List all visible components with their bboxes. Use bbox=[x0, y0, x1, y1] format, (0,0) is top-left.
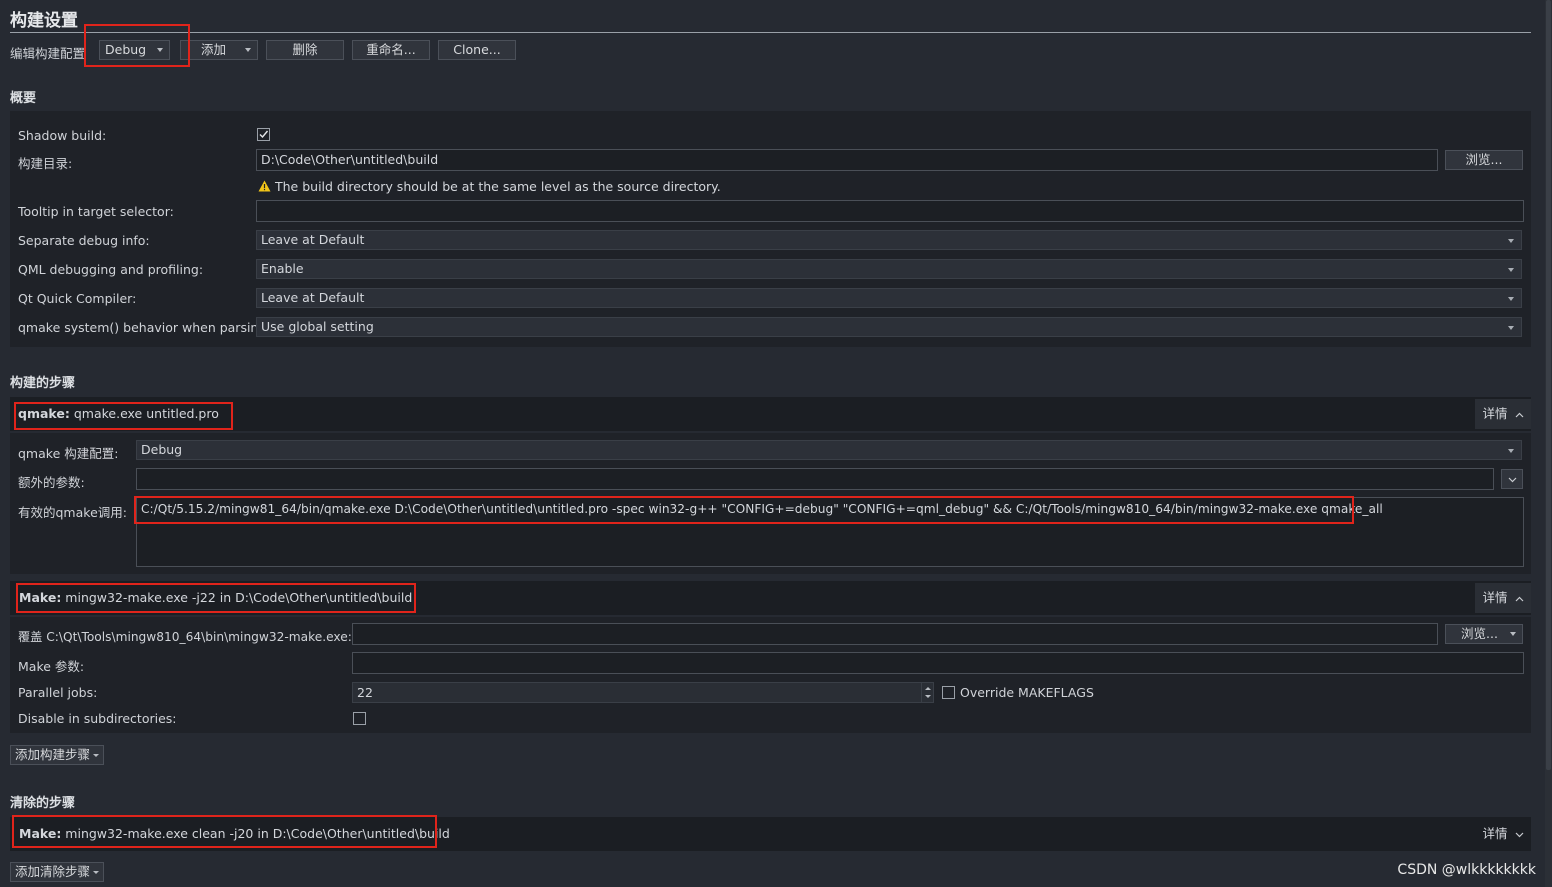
watermark: CSDN @wlkkkkkkkk bbox=[1397, 862, 1536, 878]
override-makeflags-checkbox[interactable] bbox=[942, 686, 955, 699]
add-config-label: 添加 bbox=[201, 42, 227, 57]
parallel-jobs-label: Parallel jobs: bbox=[18, 685, 98, 700]
make-override-input[interactable] bbox=[352, 623, 1438, 645]
tooltip-input[interactable] bbox=[256, 200, 1524, 222]
build-dir-browse-button[interactable]: 浏览... bbox=[1445, 150, 1523, 170]
parallel-jobs-value: 22 bbox=[357, 685, 373, 700]
tooltip-label: Tooltip in target selector: bbox=[18, 204, 174, 219]
chevron-up-icon bbox=[1515, 596, 1523, 602]
spin-arrows-icon bbox=[925, 687, 931, 698]
qmake-step-header[interactable] bbox=[10, 397, 1531, 431]
qml-debug-label: QML debugging and profiling: bbox=[18, 262, 204, 277]
chevron-down-icon bbox=[1508, 239, 1514, 243]
extra-args-label: 额外的参数: bbox=[18, 475, 85, 490]
overview-header: 概要 bbox=[10, 91, 37, 106]
warning-text: The build directory should be at the sam… bbox=[274, 179, 721, 194]
page-title: 构建设置 bbox=[10, 11, 78, 31]
disable-subdirs-label: Disable in subdirectories: bbox=[18, 711, 177, 726]
qmake-config-value: Debug bbox=[141, 442, 183, 457]
chevron-down-icon bbox=[1508, 268, 1514, 272]
highlight-box bbox=[84, 24, 190, 67]
clean-steps-header: 清除的步骤 bbox=[10, 796, 76, 811]
make-browse-button[interactable]: 浏览... bbox=[1445, 624, 1523, 644]
qmake-sys-label: qmake system() behavior when parsing: bbox=[18, 320, 271, 335]
add-build-step-button[interactable]: 添加构建步骤 bbox=[10, 745, 105, 765]
highlight-box bbox=[134, 496, 1354, 524]
chevron-down-icon bbox=[1508, 326, 1514, 330]
shadow-build-label: Shadow build: bbox=[18, 128, 107, 143]
highlight-box bbox=[16, 583, 416, 613]
disable-subdirs-checkbox[interactable] bbox=[353, 712, 366, 725]
add-clean-step-button[interactable]: 添加清除步骤 bbox=[10, 862, 105, 882]
sep-debug-select[interactable]: Leave at Default bbox=[256, 230, 1522, 250]
build-dir-label: 构建目录: bbox=[18, 156, 73, 171]
make-args-input[interactable] bbox=[352, 652, 1524, 674]
make-args-label: Make 参数: bbox=[18, 659, 85, 674]
clean-details-button[interactable]: 详情 bbox=[1475, 819, 1531, 849]
qmake-config-label: qmake 构建配置: bbox=[18, 446, 119, 461]
details-label: 详情 bbox=[1482, 590, 1508, 605]
highlight-box bbox=[14, 402, 233, 430]
qml-debug-select[interactable]: Enable bbox=[256, 259, 1522, 279]
qmake-sys-select[interactable]: Use global setting bbox=[256, 317, 1522, 337]
add-clean-step-label: 添加清除步骤 bbox=[15, 864, 91, 879]
clone-config-button[interactable]: Clone... bbox=[438, 40, 516, 60]
sep-debug-value: Leave at Default bbox=[261, 232, 365, 247]
qt-quick-select[interactable]: Leave at Default bbox=[256, 288, 1522, 308]
qml-debug-value: Enable bbox=[261, 261, 304, 276]
build-steps-header: 构建的步骤 bbox=[10, 376, 76, 391]
sep-debug-label: Separate debug info: bbox=[18, 233, 150, 248]
qt-quick-label: Qt Quick Compiler: bbox=[18, 291, 137, 306]
add-build-step-label: 添加构建步骤 bbox=[15, 747, 91, 762]
scrollbar-thumb[interactable] bbox=[1546, 0, 1551, 770]
make-override-label: 覆盖 C:\Qt\Tools\mingw810_64\bin\mingw32-m… bbox=[18, 630, 352, 644]
chevron-down-icon bbox=[1515, 832, 1523, 838]
chevron-down-icon bbox=[93, 871, 100, 874]
chevron-up-icon bbox=[1515, 412, 1523, 418]
qmake-config-select[interactable]: Debug bbox=[136, 440, 1522, 460]
extra-args-input[interactable] bbox=[136, 468, 1494, 490]
highlight-box bbox=[12, 815, 437, 848]
add-config-button[interactable]: 添加 bbox=[180, 40, 258, 60]
vertical-scrollbar[interactable] bbox=[1545, 0, 1552, 887]
edit-config-label: 编辑构建配置 bbox=[10, 46, 86, 61]
details-label: 详情 bbox=[1482, 406, 1508, 421]
qmake-details-button[interactable]: 详情 bbox=[1475, 399, 1531, 429]
chevron-down-icon bbox=[1508, 449, 1514, 453]
parallel-jobs-spinbox[interactable]: 22 bbox=[352, 682, 934, 703]
overview-panel bbox=[10, 111, 1531, 347]
chevron-down-icon bbox=[1508, 297, 1514, 301]
spin-arrows[interactable] bbox=[921, 683, 934, 702]
build-dir-warning: The build directory should be at the sam… bbox=[258, 179, 721, 194]
delete-config-button[interactable]: 删除 bbox=[266, 40, 344, 60]
details-label: 详情 bbox=[1482, 826, 1508, 841]
qmake-sys-value: Use global setting bbox=[261, 319, 374, 334]
title-divider bbox=[10, 32, 1531, 33]
make-browse-label: 浏览... bbox=[1461, 626, 1498, 641]
override-makeflags-label: Override MAKEFLAGS bbox=[960, 685, 1094, 700]
rename-config-button[interactable]: 重命名... bbox=[352, 40, 430, 60]
chevron-down-icon bbox=[1510, 632, 1516, 636]
qt-quick-value: Leave at Default bbox=[261, 290, 365, 305]
checkmark-icon bbox=[259, 130, 269, 139]
warning-icon bbox=[258, 180, 271, 192]
shadow-build-checkbox[interactable] bbox=[257, 128, 270, 141]
make-details-button[interactable]: 详情 bbox=[1475, 583, 1531, 613]
chevron-down-icon bbox=[245, 48, 251, 52]
extra-args-expand-button[interactable] bbox=[1501, 469, 1523, 489]
chevron-down-icon bbox=[1508, 477, 1516, 483]
effective-call-label: 有效的qmake调用: bbox=[18, 505, 127, 520]
build-dir-input[interactable]: D:\Code\Other\untitled\build bbox=[256, 149, 1438, 171]
chevron-down-icon bbox=[93, 754, 100, 757]
